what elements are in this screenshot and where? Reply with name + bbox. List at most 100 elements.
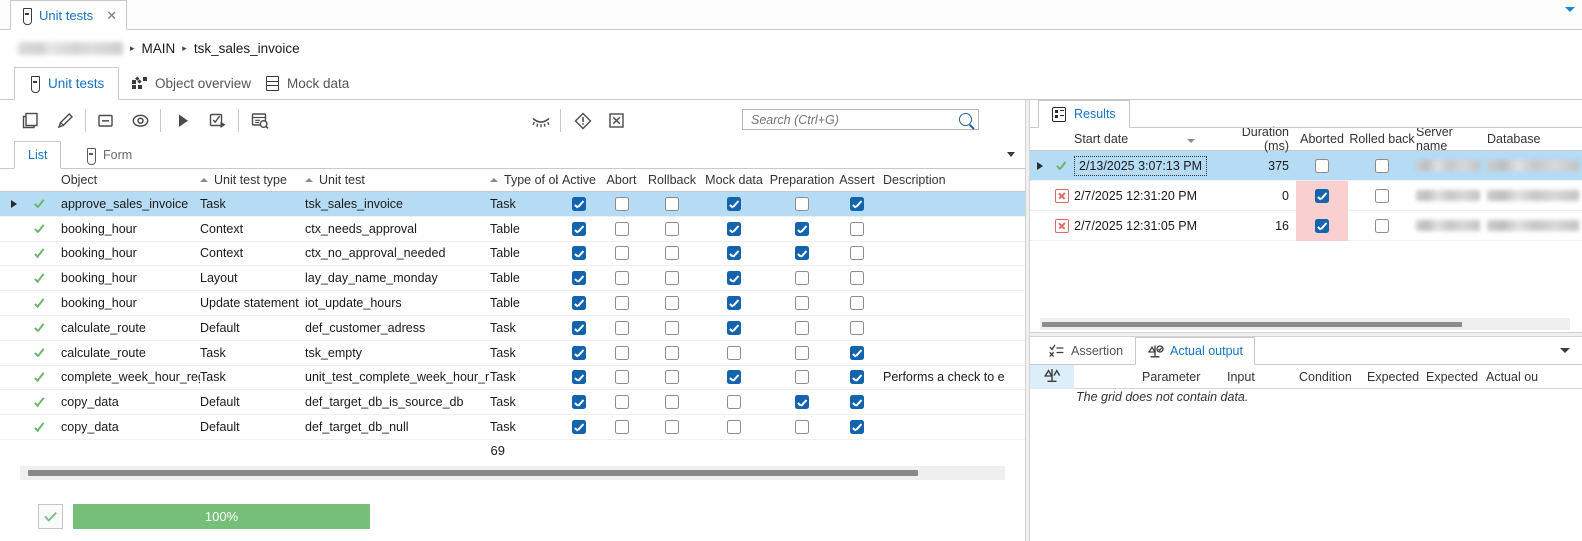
checkbox-active[interactable]	[572, 246, 586, 261]
checkbox-assert[interactable]	[850, 246, 864, 261]
checkbox-abort[interactable]	[614, 395, 629, 410]
table-row[interactable]: copy_data Default def_target_db_is_source_…	[0, 390, 1025, 416]
checkbox-rolled-back[interactable]	[1375, 218, 1389, 233]
checkbox-aborted[interactable]	[1315, 158, 1329, 173]
table-row[interactable]: booking_hour Layout lay_day_name_monday Tab…	[0, 266, 1025, 292]
row-expander[interactable]	[1030, 161, 1050, 170]
checkbox-rollback[interactable]	[665, 221, 679, 236]
tab-object-overview[interactable]: Object overview	[118, 67, 265, 100]
table-row[interactable]: calculate_route Task tsk_empty Task	[0, 340, 1025, 366]
table-row[interactable]: booking_hour Context ctx_needs_approval Tab…	[0, 216, 1025, 242]
checkbox-rollback[interactable]	[665, 395, 679, 410]
warnings-button[interactable]	[569, 107, 596, 134]
checkbox-rollback[interactable]	[665, 370, 679, 385]
tab-form[interactable]: Form	[72, 141, 145, 169]
checkbox-assert[interactable]	[850, 271, 864, 286]
tab-unit-tests[interactable]: Unit tests	[14, 67, 120, 100]
checkbox-active[interactable]	[572, 320, 586, 335]
checkbox-abort[interactable]	[614, 296, 629, 311]
copy-button[interactable]	[17, 107, 44, 134]
checkbox-rollback[interactable]	[665, 271, 679, 286]
checkbox-rollback[interactable]	[665, 320, 679, 335]
breadcrumb-item-main[interactable]: MAIN	[142, 41, 176, 56]
checkbox-preparation[interactable]	[795, 196, 809, 211]
column-header-preparation[interactable]: Preparation	[767, 169, 837, 192]
checkbox-abort[interactable]	[614, 221, 629, 236]
checkbox-mock-data[interactable]	[727, 420, 741, 435]
view-button[interactable]	[127, 107, 154, 134]
checkbox-assert[interactable]	[850, 320, 864, 335]
column-header-aborted[interactable]: Aborted	[1296, 124, 1348, 154]
table-row[interactable]: copy_data Default def_target_db_null Task	[0, 415, 1025, 440]
checkbox-assert[interactable]	[850, 345, 864, 360]
checkbox-mock-data[interactable]	[727, 196, 741, 211]
column-header-unit-test-type[interactable]: Unit test type	[200, 169, 305, 192]
column-header-server-name[interactable]: Server name	[1416, 125, 1487, 153]
row-expander[interactable]	[0, 199, 27, 208]
run-button[interactable]	[169, 107, 196, 134]
chevron-down-icon[interactable]	[1565, 7, 1575, 12]
table-row[interactable]: booking_hour Context ctx_no_approval_neede…	[0, 241, 1025, 267]
checkbox-rollback[interactable]	[665, 345, 679, 360]
checkbox-assert[interactable]	[850, 395, 864, 410]
checkbox-abort[interactable]	[614, 320, 629, 335]
checkbox-rollback[interactable]	[665, 196, 679, 211]
checkbox-mock-data[interactable]	[727, 345, 741, 360]
checkbox-rollback[interactable]	[665, 296, 679, 311]
checkbox-aborted[interactable]	[1315, 218, 1329, 233]
checkbox-mock-data[interactable]	[727, 370, 741, 385]
edit-button[interactable]	[52, 107, 79, 134]
tab-actual-output[interactable]: Actual output	[1135, 337, 1255, 365]
column-header-assert[interactable]: Assert	[837, 169, 877, 192]
checkbox-rolled-back[interactable]	[1375, 188, 1389, 203]
checkbox-preparation[interactable]	[795, 420, 809, 435]
column-header-object[interactable]: Object	[53, 169, 200, 192]
checkbox-rollback[interactable]	[665, 420, 679, 435]
delete-button[interactable]	[92, 107, 119, 134]
results-row[interactable]: 2/13/2025 3:07:13 PM 375	[1030, 151, 1582, 181]
chevron-down-icon[interactable]	[1560, 348, 1570, 353]
checkbox-mock-data[interactable]	[727, 395, 741, 410]
checkbox-active[interactable]	[572, 271, 586, 286]
stop-button[interactable]	[603, 107, 630, 134]
checkbox-assert[interactable]	[850, 221, 864, 236]
close-icon[interactable]: ✕	[106, 9, 117, 22]
checkbox-mock-data[interactable]	[727, 246, 741, 261]
checkbox-abort[interactable]	[614, 246, 629, 261]
column-header-expected-1[interactable]: Expected	[1367, 370, 1426, 384]
checkbox-mock-data[interactable]	[727, 296, 741, 311]
checkbox-active[interactable]	[572, 370, 586, 385]
tab-mock-data[interactable]: Mock data	[252, 67, 363, 100]
chevron-down-icon[interactable]	[1007, 152, 1015, 157]
breadcrumb-item-object[interactable]: tsk_sales_invoice	[194, 41, 300, 56]
checkbox-preparation[interactable]	[795, 271, 809, 286]
column-header-mock-data[interactable]: Mock data	[701, 169, 767, 192]
grid-horizontal-scrollbar[interactable]	[20, 465, 1005, 480]
scrollbar-thumb[interactable]	[1042, 322, 1462, 327]
checkbox-abort[interactable]	[614, 345, 629, 360]
checkbox-preparation[interactable]	[795, 320, 809, 335]
checkbox-preparation[interactable]	[795, 370, 809, 385]
column-header-rollback[interactable]: Rollback	[643, 169, 701, 192]
checkbox-preparation[interactable]	[795, 296, 809, 311]
table-row[interactable]: approve_sales_invoice Task tsk_sales_invoi…	[0, 192, 1025, 217]
column-header-input[interactable]: Input	[1227, 370, 1299, 384]
column-header-start-date[interactable]: Start date	[1074, 132, 1224, 146]
checkbox-aborted[interactable]	[1315, 188, 1329, 203]
checkbox-preparation[interactable]	[795, 246, 809, 261]
checkbox-assert[interactable]	[850, 296, 864, 311]
checkbox-active[interactable]	[572, 420, 586, 435]
checkbox-abort[interactable]	[614, 370, 629, 385]
inspect-button[interactable]	[246, 107, 273, 134]
search-input[interactable]	[749, 111, 959, 128]
run-selected-button[interactable]	[204, 107, 231, 134]
table-row[interactable]: calculate_route Default def_customer_adres…	[0, 315, 1025, 341]
tab-list[interactable]: List	[14, 141, 62, 169]
checkbox-active[interactable]	[572, 395, 586, 410]
column-header-type-of-object[interactable]: Type of object	[490, 169, 558, 192]
checkbox-mock-data[interactable]	[727, 271, 741, 286]
tab-results[interactable]: Results	[1038, 100, 1130, 128]
column-header-rolled-back[interactable]: Rolled back	[1348, 132, 1416, 146]
checkbox-mock-data[interactable]	[727, 221, 741, 236]
column-header-parameter[interactable]: Parameter	[1142, 370, 1227, 384]
